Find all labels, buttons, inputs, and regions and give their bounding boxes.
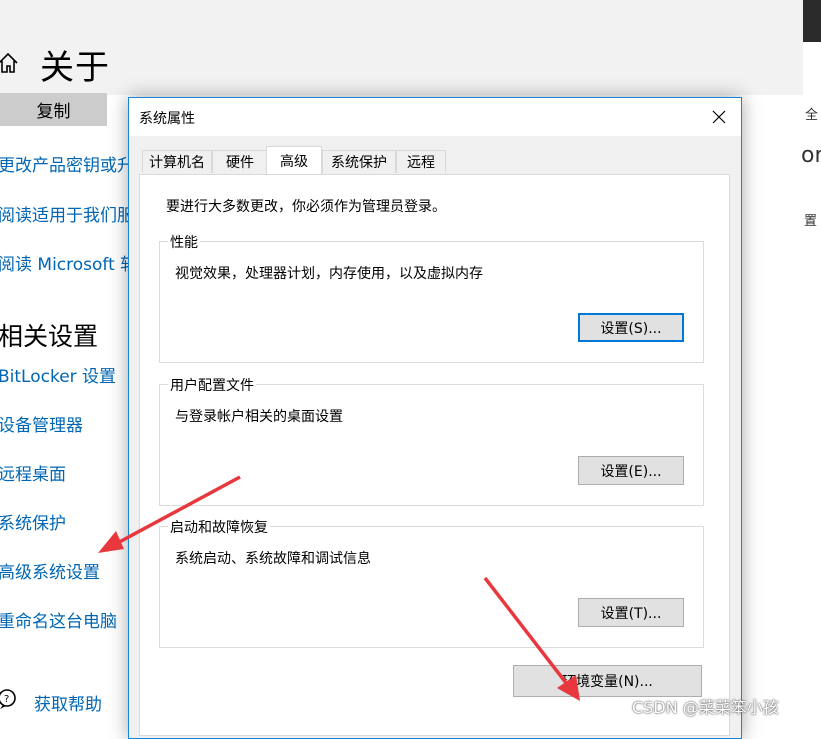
admin-note: 要进行大多数更改，你必须作为管理员登录。: [166, 199, 446, 215]
rename-pc-link[interactable]: 重命名这台电脑: [0, 607, 117, 632]
edge-fragment: or: [801, 143, 821, 168]
settings-header: [0, 0, 803, 95]
tab-remote[interactable]: 远程: [396, 150, 446, 173]
remote-desktop-link[interactable]: 远程桌面: [0, 460, 66, 485]
group-label: 用户配置文件: [168, 375, 256, 395]
tab-computer-name[interactable]: 计算机名: [142, 150, 212, 173]
read-service-agreement-link[interactable]: 阅读适用于我们服: [0, 201, 134, 226]
watermark: CSDN @菜菜笨小孩: [632, 698, 779, 717]
startup-recovery-group: 启动和故障恢复 系统启动、系统故障和调试信息 设置(T)...: [159, 517, 704, 648]
user-profiles-group: 用户配置文件 与登录帐户相关的桌面设置 设置(E)...: [159, 375, 704, 506]
home-icon[interactable]: [0, 52, 18, 74]
group-description: 视觉效果，处理器计划，内存使用，以及虚拟内存: [175, 266, 483, 282]
system-properties-dialog: 系统属性 计算机名 硬件 高级 系统保护 远程 要进行大多数更改，你必须作为管理…: [128, 97, 742, 739]
related-settings-title: 相关设置: [0, 322, 99, 351]
change-product-key-link[interactable]: 更改产品密钥或升: [0, 151, 134, 176]
close-button[interactable]: [697, 98, 741, 136]
advanced-system-settings-link[interactable]: 高级系统设置: [0, 558, 100, 583]
help-icon: ?: [0, 689, 16, 709]
environment-variables-button[interactable]: 环境变量(N)...: [513, 665, 702, 697]
advanced-tab-panel: 要进行大多数更改，你必须作为管理员登录。 性能 视觉效果，处理器计划，内存使用，…: [139, 174, 730, 736]
close-icon: [712, 110, 726, 124]
device-manager-link[interactable]: 设备管理器: [0, 411, 83, 436]
page-title: 关于: [40, 48, 110, 88]
read-license-terms-link[interactable]: 阅读 Microsoft 软: [0, 250, 137, 275]
dialog-titlebar[interactable]: 系统属性: [129, 98, 741, 136]
user-profiles-settings-button[interactable]: 设置(E)...: [578, 456, 684, 485]
tab-advanced[interactable]: 高级: [266, 146, 322, 174]
performance-group: 性能 视觉效果，处理器计划，内存使用，以及虚拟内存 设置(S)...: [159, 232, 704, 363]
tab-system-protection[interactable]: 系统保护: [322, 150, 396, 173]
performance-settings-button[interactable]: 设置(S)...: [578, 313, 684, 342]
copy-button[interactable]: 复制: [0, 93, 107, 126]
system-protection-link[interactable]: 系统保护: [0, 509, 66, 534]
background-window-titlebar: [803, 0, 821, 42]
group-description: 系统启动、系统故障和调试信息: [175, 551, 371, 567]
bitlocker-settings-link[interactable]: BitLocker 设置: [0, 362, 116, 387]
svg-text:?: ?: [4, 694, 9, 705]
group-label: 性能: [168, 232, 200, 252]
get-help-link[interactable]: 获取帮助: [34, 690, 102, 715]
startup-recovery-settings-button[interactable]: 设置(T)...: [578, 598, 684, 627]
dialog-title: 系统属性: [139, 111, 195, 127]
tab-hardware[interactable]: 硬件: [212, 150, 268, 173]
edge-fragment: 置: [804, 214, 818, 229]
group-label: 启动和故障恢复: [168, 517, 270, 537]
edge-fragment: 全: [805, 108, 819, 123]
group-description: 与登录帐户相关的桌面设置: [175, 409, 343, 425]
